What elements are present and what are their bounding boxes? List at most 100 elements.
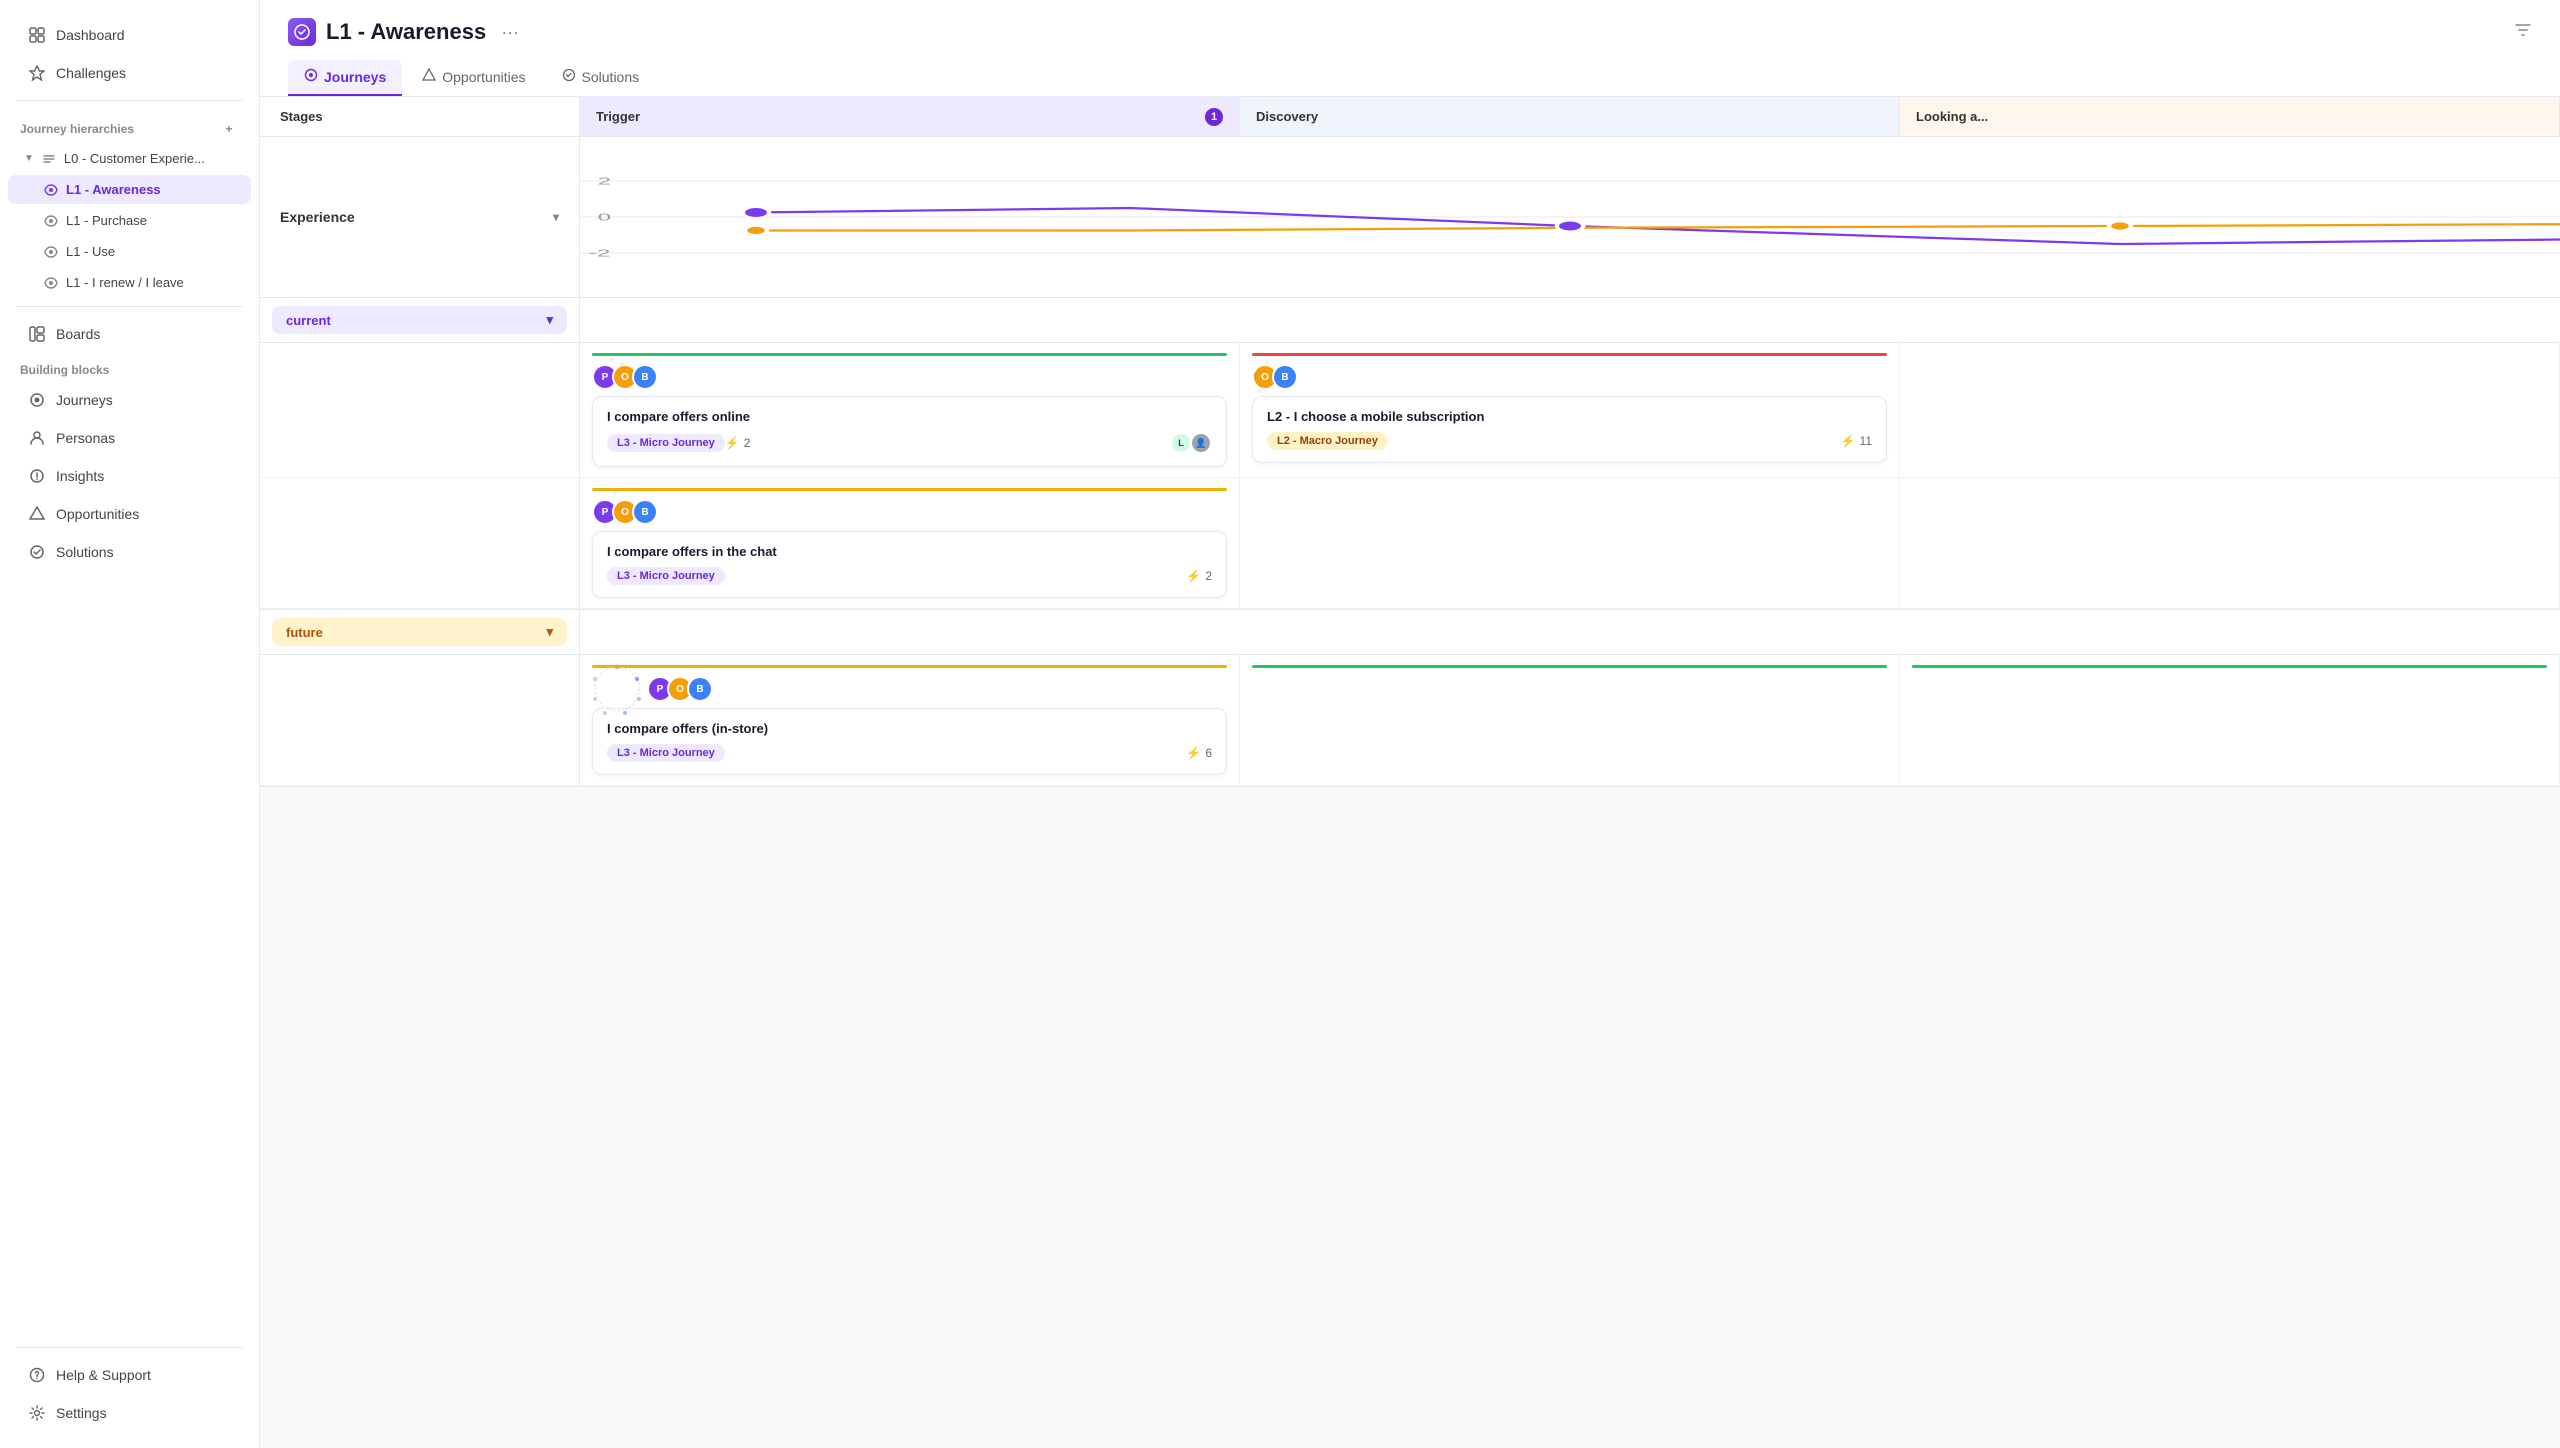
sidebar-item-settings[interactable]: Settings — [8, 1395, 251, 1431]
stage-discovery-label: Discovery — [1256, 109, 1318, 124]
bar-green — [592, 353, 1227, 356]
row-label — [260, 343, 580, 477]
journey-hierarchies-header: Journey hierarchies + — [0, 109, 259, 143]
journeys-icon — [28, 391, 46, 409]
row-label — [260, 478, 580, 608]
svg-text:0: 0 — [598, 211, 611, 222]
experience-row: Experience ▾ 2 0 -2 — [260, 137, 2560, 298]
trigger-cell: P O B I compare offers (in-store) — [580, 655, 1240, 785]
tree-item-l1-renew[interactable]: L1 - I renew / I leave — [8, 268, 251, 297]
card-wrapper: P O B — [592, 499, 1227, 525]
journey-row: P O B I compare offers online — [260, 343, 2560, 478]
journey-badge: L3 - Micro Journey — [607, 434, 725, 452]
filter-button[interactable] — [2514, 21, 2532, 44]
bar-red — [1252, 353, 1887, 356]
tree-item-l1-awareness[interactable]: L1 - Awareness — [8, 175, 251, 204]
divider — [16, 1347, 243, 1348]
card-wrapper: P O B — [592, 676, 1227, 702]
journey-icon — [44, 214, 58, 228]
tab-bar: Journeys Opportunities Solutions — [288, 60, 2532, 96]
sidebar-item-personas[interactable]: Personas — [8, 420, 251, 456]
more-options-button[interactable]: ··· — [496, 18, 524, 46]
card-title: I compare offers in the chat — [607, 544, 1212, 559]
insights-number: 11 — [1860, 434, 1872, 448]
stage-looking-label: Looking a... — [1916, 109, 1988, 124]
journey-card-compare-chat[interactable]: I compare offers in the chat L3 - Micro … — [592, 531, 1227, 598]
bolt-icon: ⚡ — [1841, 434, 1856, 448]
sidebar-item-label: Opportunities — [56, 506, 139, 522]
journey-badge: L3 - Micro Journey — [607, 744, 725, 762]
divider — [16, 306, 243, 307]
bar-yellow — [592, 488, 1227, 491]
trigger-cell: P O B I compare offers online — [580, 343, 1240, 477]
tab-label: Solutions — [582, 69, 640, 85]
tab-journeys[interactable]: Journeys — [288, 60, 402, 96]
sidebar-item-challenges[interactable]: Challenges — [8, 55, 251, 91]
future-section-header: future ▾ — [260, 610, 2560, 655]
sidebar-item-journeys[interactable]: Journeys — [8, 382, 251, 418]
divider — [16, 100, 243, 101]
sidebar-item-solutions[interactable]: Solutions — [8, 534, 251, 570]
card-header: I compare offers online — [607, 409, 1212, 424]
page-header: L1 - Awareness ··· Journeys — [260, 0, 2560, 97]
chevron-down-icon: ▾ — [546, 624, 553, 640]
experience-label: Experience ▾ — [260, 137, 580, 297]
dashboard-icon — [28, 26, 46, 44]
solutions-icon — [28, 543, 46, 561]
journey-card-choose-subscription[interactable]: L2 - I choose a mobile subscription L2 -… — [1252, 396, 1887, 463]
sidebar-item-boards[interactable]: Boards — [8, 316, 251, 352]
bolt-icon: ⚡ — [1186, 746, 1201, 760]
stage-trigger-badge: 1 — [1205, 108, 1223, 126]
circular-scatter-dots — [587, 659, 647, 719]
opportunities-icon — [28, 505, 46, 523]
row-cells: P O B I compare offers (in-store) — [580, 655, 2560, 785]
avatar: 👤 — [1190, 432, 1212, 454]
insights-count: ⚡ 2 — [725, 436, 751, 450]
sidebar-item-help[interactable]: Help & Support — [8, 1357, 251, 1393]
stage-trigger-label: Trigger — [596, 109, 640, 124]
insights-count: ⚡ 11 — [1841, 434, 1872, 448]
avatars-row: P O B — [592, 499, 1227, 525]
tree-item-l1-use[interactable]: L1 - Use — [8, 237, 251, 266]
discovery-cell — [1240, 655, 1900, 785]
sidebar-item-label: Journeys — [56, 392, 113, 408]
journey-card-compare-online[interactable]: I compare offers online L3 - Micro Journ… — [592, 396, 1227, 467]
bar-yellow — [592, 665, 1227, 668]
card-footer: L2 - Macro Journey ⚡ 11 — [1267, 432, 1872, 450]
looking-cell — [1900, 478, 2560, 608]
current-section: current ▾ — [260, 298, 2560, 610]
tab-opportunities[interactable]: Opportunities — [406, 60, 541, 96]
tab-solutions[interactable]: Solutions — [546, 60, 656, 96]
scatter-dots — [1247, 350, 1302, 405]
chevron-down-icon: ▼ — [24, 153, 34, 164]
tree-item-l0[interactable]: ▼ L0 - Customer Experie... — [8, 144, 251, 173]
sidebar-item-opportunities[interactable]: Opportunities — [8, 496, 251, 532]
sidebar-item-insights[interactable]: Insights — [8, 458, 251, 494]
journey-badge: L2 - Macro Journey — [1267, 432, 1388, 450]
sidebar-item-dashboard[interactable]: Dashboard — [8, 17, 251, 53]
tree-item-label: L0 - Customer Experie... — [64, 151, 205, 166]
personas-icon — [28, 429, 46, 447]
future-state-dropdown[interactable]: future ▾ — [272, 618, 567, 646]
insights-number: 2 — [744, 436, 751, 450]
stage-trigger: Trigger 1 — [580, 97, 1240, 136]
current-state-dropdown[interactable]: current ▾ — [272, 306, 567, 334]
help-icon — [28, 1366, 46, 1384]
insights-count: ⚡ 2 — [1186, 569, 1212, 583]
insights-count: ⚡ 6 — [1186, 746, 1212, 760]
add-hierarchy-button[interactable]: + — [219, 119, 239, 139]
current-section-header: current ▾ — [260, 298, 2560, 343]
card-wrapper: P O B — [592, 364, 1227, 390]
state-label: future — [286, 625, 323, 640]
chevron-down-icon: ▾ — [546, 312, 553, 328]
journey-icon — [44, 245, 58, 259]
tree-item-l1-purchase[interactable]: L1 - Purchase — [8, 206, 251, 235]
page-title: L1 - Awareness — [326, 19, 486, 45]
journey-card-compare-instore[interactable]: I compare offers (in-store) L3 - Micro J… — [592, 708, 1227, 775]
discovery-cell: O B L2 - I choose a mobile subscription — [1240, 343, 1900, 477]
trigger-cell: P O B I compare offers in the chat — [580, 478, 1240, 608]
card-header: I compare offers in the chat — [607, 544, 1212, 559]
bolt-icon: ⚡ — [1186, 569, 1201, 583]
card-title: L2 - I choose a mobile subscription — [1267, 409, 1872, 424]
row-label — [260, 655, 580, 785]
